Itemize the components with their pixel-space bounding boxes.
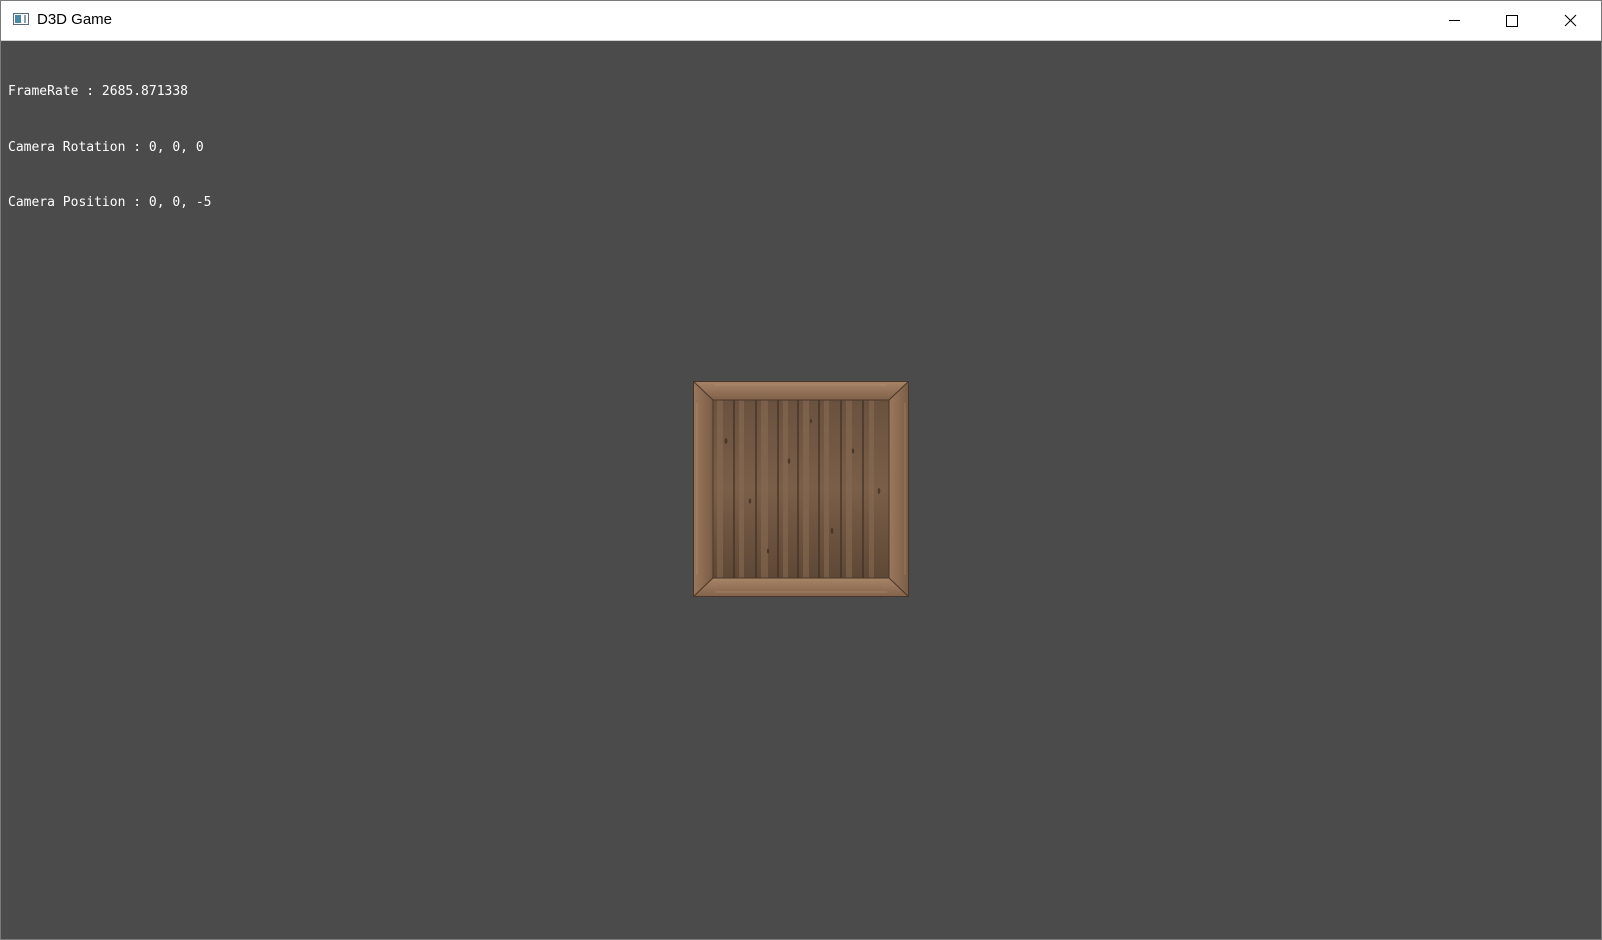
camera-rotation-text: Camera Rotation : 0, 0, 0	[8, 139, 204, 155]
game-window: D3D Game FrameRate : 2685.871338 Camera …	[0, 0, 1602, 940]
camera-position-text: Camera Position : 0, 0, -5	[8, 195, 212, 210]
render-viewport[interactable]: FrameRate : 2685.871338 Camera Rotation …	[1, 41, 1601, 939]
app-window-icon	[13, 13, 29, 25]
window-title: D3D Game	[37, 11, 113, 28]
framerate-text: FrameRate : 2685.871338	[8, 84, 189, 99]
wooden-crate	[693, 381, 909, 597]
close-icon	[1564, 14, 1577, 27]
debug-overlay: FrameRate : 2685.871338 Camera Rotation …	[8, 46, 212, 250]
close-button[interactable]	[1541, 1, 1601, 40]
title-bar[interactable]: D3D Game	[1, 1, 1601, 41]
minimize-button[interactable]	[1425, 1, 1483, 40]
maximize-button[interactable]	[1483, 1, 1541, 40]
maximize-icon	[1506, 15, 1518, 27]
minimize-icon	[1449, 20, 1460, 21]
